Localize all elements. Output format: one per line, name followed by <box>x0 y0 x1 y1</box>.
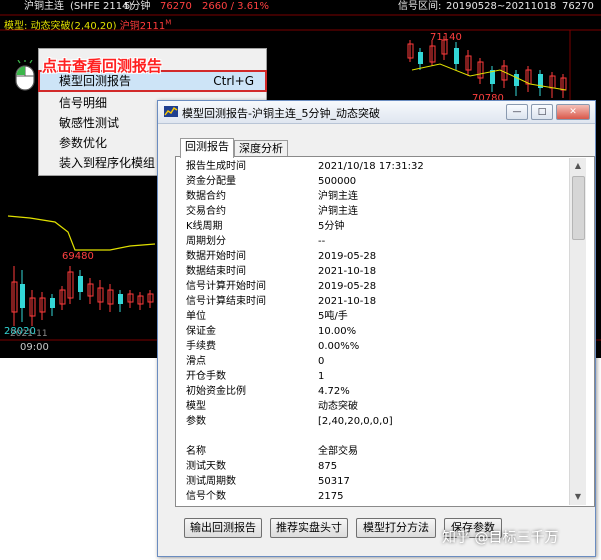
report-key: 信号计算结束时间 <box>186 296 266 307</box>
menu-item-label: 参数优化 <box>59 136 108 150</box>
report-value: 50317 <box>318 476 350 487</box>
tab-deep-analysis[interactable]: 深度分析 <box>234 140 288 157</box>
report-key: 参数 <box>186 416 206 427</box>
maximize-button[interactable]: □ <box>531 104 553 120</box>
date-label: 2021-11 <box>10 329 48 339</box>
minimize-button[interactable]: — <box>506 104 528 120</box>
mouse-icon <box>15 60 35 91</box>
report-key: 交易合约 <box>186 206 226 217</box>
report-value: 2175 <box>318 491 344 502</box>
report-scrollbar[interactable]: ▲ ▼ <box>569 158 586 505</box>
report-key: 资金分配量 <box>186 176 236 187</box>
report-value: 2021-10-18 <box>318 266 377 277</box>
tab-backtest-report[interactable]: 回测报告 <box>180 138 234 158</box>
export-report-button[interactable]: 输出回测报告 <box>184 518 262 538</box>
scoring-method-button[interactable]: 模型打分方法 <box>356 518 436 538</box>
app-icon <box>164 106 178 117</box>
menu-item-label: 敏感性测试 <box>59 116 120 130</box>
menu-item-shortcut: Ctrl+G <box>213 74 254 88</box>
window-title: 模型回测报告-沪铜主连_5分钟_动态突破 <box>182 107 380 120</box>
recommend-position-button[interactable]: 推荐实盘头寸 <box>270 518 348 538</box>
price-label-high: 71140 <box>430 32 462 43</box>
report-key: 单位 <box>186 311 206 322</box>
report-value: 4.72% <box>318 386 350 397</box>
report-key: 滑点 <box>186 356 206 367</box>
scroll-down-icon[interactable]: ▼ <box>570 489 586 505</box>
report-key: 数据开始时间 <box>186 251 246 262</box>
report-value: 2019-05-28 <box>318 251 377 262</box>
backtest-report-window: 模型回测报告-沪铜主连_5分钟_动态突破 — □ ✕ 回测报告 深度分析 报告生… <box>157 100 596 557</box>
report-key: 测试天数 <box>186 461 226 472</box>
callout-text: 点击查看回测报告 <box>42 57 163 75</box>
report-value: [2,40,20,0,0,0] <box>318 416 393 427</box>
report-key: 数据结束时间 <box>186 266 246 277</box>
report-value: 2019-05-28 <box>318 281 377 292</box>
report-value: 5吨/手 <box>318 311 348 322</box>
report-key: 名称 <box>186 446 206 457</box>
report-key: K线周期 <box>186 221 223 232</box>
time-axis-label: 09:00 <box>20 342 49 353</box>
report-value: 2021-10-18 <box>318 296 377 307</box>
report-value: 全部交易 <box>318 446 358 457</box>
report-key: 开仓手数 <box>186 371 226 382</box>
report-key: 信号个数 <box>186 491 226 502</box>
close-button[interactable]: ✕ <box>556 104 590 120</box>
scroll-thumb[interactable] <box>572 176 585 240</box>
report-key: 报告生成时间 <box>186 161 246 172</box>
scroll-up-icon[interactable]: ▲ <box>570 158 586 174</box>
report-value: 沪铜主连 <box>318 206 358 217</box>
report-value: 5分钟 <box>318 221 345 232</box>
report-key: 初始资金比例 <box>186 386 246 397</box>
report-key: 手续费 <box>186 341 216 352</box>
watermark: 知乎 @目标三千万 <box>442 530 559 546</box>
report-value: -- <box>318 236 326 247</box>
report-key: 模型 <box>186 401 206 412</box>
report-value: 10.00% <box>318 326 357 337</box>
report-value: 2021/10/18 17:31:32 <box>318 161 424 172</box>
report-value: 0 <box>318 356 325 367</box>
price-label-mid: 69480 <box>62 251 94 262</box>
report-key: 测试周期数 <box>186 476 236 487</box>
report-value: 动态突破 <box>318 401 358 412</box>
report-value: 0.00%% <box>318 341 360 352</box>
report-key: 信号计算开始时间 <box>186 281 266 292</box>
report-value: 1 <box>318 371 325 382</box>
report-key: 保证金 <box>186 326 216 337</box>
report-key: 数据合约 <box>186 191 226 202</box>
window-titlebar[interactable]: 模型回测报告-沪铜主连_5分钟_动态突破 — □ ✕ <box>158 101 595 124</box>
candles-top-right <box>407 36 567 98</box>
report-key: 周期划分 <box>186 236 226 247</box>
report-value: 875 <box>318 461 338 472</box>
menu-item-label: 装入到程序化模组 <box>59 156 156 170</box>
report-value: 500000 <box>318 176 357 187</box>
menu-item-label: 信号明细 <box>59 96 108 110</box>
report-panel: 报告生成时间 2021/10/18 17:31:32 资金分配量 500000 数据… <box>175 156 595 507</box>
candles-bottom-left <box>7 215 156 326</box>
report-value: 沪铜主连 <box>318 191 358 202</box>
